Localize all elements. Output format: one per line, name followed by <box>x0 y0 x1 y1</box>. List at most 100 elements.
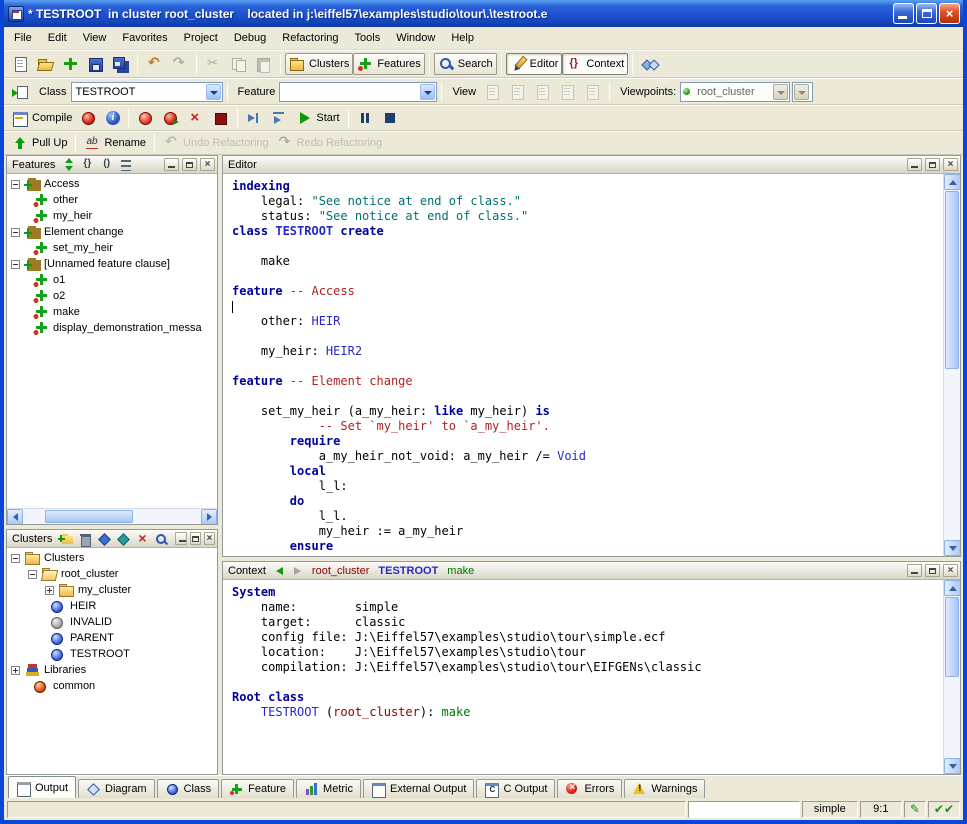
history-back-button[interactable] <box>272 564 288 578</box>
menu-debug[interactable]: Debug <box>226 29 274 47</box>
tab-errors[interactable]: Errors <box>557 779 622 798</box>
save-button[interactable] <box>83 53 108 75</box>
redo-button[interactable] <box>167 53 192 75</box>
scrollbar-track[interactable] <box>944 190 960 540</box>
step-over-button[interactable] <box>267 107 292 129</box>
dropdown-arrow-icon[interactable] <box>794 84 809 100</box>
clusters-toggle-button[interactable]: Clusters <box>285 53 353 75</box>
menu-edit[interactable]: Edit <box>40 29 75 47</box>
cluster-item-my-cluster[interactable]: my_cluster <box>7 582 217 598</box>
feature-combobox[interactable] <box>279 82 437 102</box>
cluster-item-parent[interactable]: PARENT <box>7 630 217 646</box>
context-crumb-root_cluster[interactable]: root_cluster <box>312 565 369 577</box>
features-tree[interactable]: Accessothermy_heirElement changeset_my_h… <box>7 174 217 508</box>
finalize-button[interactable] <box>158 107 183 129</box>
tab-external-output[interactable]: External Output <box>363 779 474 798</box>
viewpoint-extra-combobox[interactable] <box>792 82 813 102</box>
menu-view[interactable]: View <box>75 29 115 47</box>
step-into-button[interactable] <box>242 107 267 129</box>
feature-item-other[interactable]: other <box>7 192 217 208</box>
menu-project[interactable]: Project <box>176 29 226 47</box>
maximize-button[interactable] <box>916 3 937 24</box>
menu-favorites[interactable]: Favorites <box>114 29 175 47</box>
scrollbar-track[interactable] <box>944 596 960 758</box>
redo-refactoring-button[interactable]: Redo Refactoring <box>273 132 387 154</box>
terminate-button[interactable] <box>208 107 233 129</box>
feature-clauses-button[interactable] <box>118 157 135 172</box>
context-text-area[interactable]: System name: simple target: classic conf… <box>223 580 943 774</box>
features-horizontal-scrollbar[interactable] <box>7 508 217 524</box>
scrollbar-track[interactable] <box>23 509 201 524</box>
context-toggle-button[interactable]: Context <box>562 53 628 75</box>
expand-box[interactable] <box>11 666 20 675</box>
collapse-box[interactable] <box>11 554 20 563</box>
menu-refactoring[interactable]: Refactoring <box>274 29 346 47</box>
collapse-box[interactable] <box>11 260 20 269</box>
feature-item--unnamed-feature-clause-[interactable]: [Unnamed feature clause] <box>7 256 217 272</box>
freeze-button[interactable] <box>133 107 158 129</box>
scrollbar-thumb[interactable] <box>45 510 133 523</box>
melt-button[interactable] <box>76 107 101 129</box>
minimize-button[interactable] <box>893 3 914 24</box>
start-button[interactable]: Start <box>292 107 343 129</box>
menu-file[interactable]: File <box>6 29 40 47</box>
collapse-box[interactable] <box>28 570 37 579</box>
tab-class[interactable]: Class <box>157 779 220 798</box>
diagram-tool-button[interactable] <box>637 53 662 75</box>
feature-item-element-change[interactable]: Element change <box>7 224 217 240</box>
cluster-item-common[interactable]: common <box>7 678 217 694</box>
class-combobox[interactable]: TESTROOT <box>71 82 223 102</box>
undo-refactoring-button[interactable]: Undo Refactoring <box>159 132 273 154</box>
tab-c-output[interactable]: C Output <box>476 779 555 798</box>
pull-up-button[interactable]: Pull Up <box>8 132 71 154</box>
scroll-up-button[interactable] <box>944 580 961 596</box>
collapse-box[interactable] <box>11 228 20 237</box>
scrollbar-thumb[interactable] <box>945 597 959 677</box>
cancel-compile-button[interactable] <box>183 107 208 129</box>
cluster-item-invalid[interactable]: INVALID <box>7 614 217 630</box>
feature-item-o2[interactable]: o2 <box>7 288 217 304</box>
collapse-box[interactable] <box>11 180 20 189</box>
sort-features-button[interactable] <box>61 157 78 172</box>
search-toggle-button[interactable]: Search <box>434 53 497 75</box>
features-panel-close-button[interactable]: × <box>200 158 215 171</box>
dropdown-arrow-icon[interactable] <box>773 84 788 100</box>
context-crumb-testroot[interactable]: TESTROOT <box>378 565 438 577</box>
clusters-tree[interactable]: Clustersroot_clustermy_clusterHEIRINVALI… <box>7 548 217 774</box>
stop-button[interactable] <box>378 107 403 129</box>
clusters-panel-close-button[interactable]: × <box>204 532 215 545</box>
close-button[interactable]: × <box>939 3 960 24</box>
scrollbar-thumb[interactable] <box>945 191 959 369</box>
contract-view-button[interactable] <box>555 81 580 103</box>
scroll-left-button[interactable] <box>7 509 23 525</box>
tab-metric[interactable]: Metric <box>296 779 361 798</box>
tab-diagram[interactable]: Diagram <box>78 779 155 798</box>
context-vertical-scrollbar[interactable] <box>943 580 960 774</box>
save-all-button[interactable] <box>108 53 133 75</box>
context-panel-maximize-button[interactable] <box>925 564 940 577</box>
paste-button[interactable] <box>251 53 276 75</box>
clusters-panel-minimize-button[interactable] <box>175 532 186 545</box>
add-button[interactable] <box>58 53 83 75</box>
editor-toggle-button[interactable]: Editor <box>506 53 563 75</box>
history-forward-button[interactable] <box>290 564 306 578</box>
menu-tools[interactable]: Tools <box>347 29 389 47</box>
feature-item-display-demonstration-messa[interactable]: display_demonstration_messa <box>7 320 217 336</box>
interface-view-button[interactable] <box>580 81 605 103</box>
cluster-item-heir[interactable]: HEIR <box>7 598 217 614</box>
dropdown-arrow-icon[interactable] <box>206 84 221 100</box>
title-bar[interactable]: * TESTROOT in cluster root_cluster locat… <box>4 0 963 27</box>
undo-button[interactable] <box>142 53 167 75</box>
rename-button[interactable]: Rename <box>80 132 150 154</box>
feature-item-set-my-heir[interactable]: set_my_heir <box>7 240 217 256</box>
remove-item-button[interactable] <box>134 531 151 546</box>
viewpoints-combobox[interactable]: root_cluster <box>680 82 790 102</box>
menu-help[interactable]: Help <box>443 29 482 47</box>
clusters-panel-maximize-button[interactable] <box>190 532 201 545</box>
menu-window[interactable]: Window <box>388 29 443 47</box>
editor-panel-minimize-button[interactable] <box>907 158 922 171</box>
copy-button[interactable] <box>226 53 251 75</box>
add-cluster-button[interactable] <box>58 531 75 546</box>
basic-text-view-button[interactable] <box>480 81 505 103</box>
feature-item-access[interactable]: Access <box>7 176 217 192</box>
